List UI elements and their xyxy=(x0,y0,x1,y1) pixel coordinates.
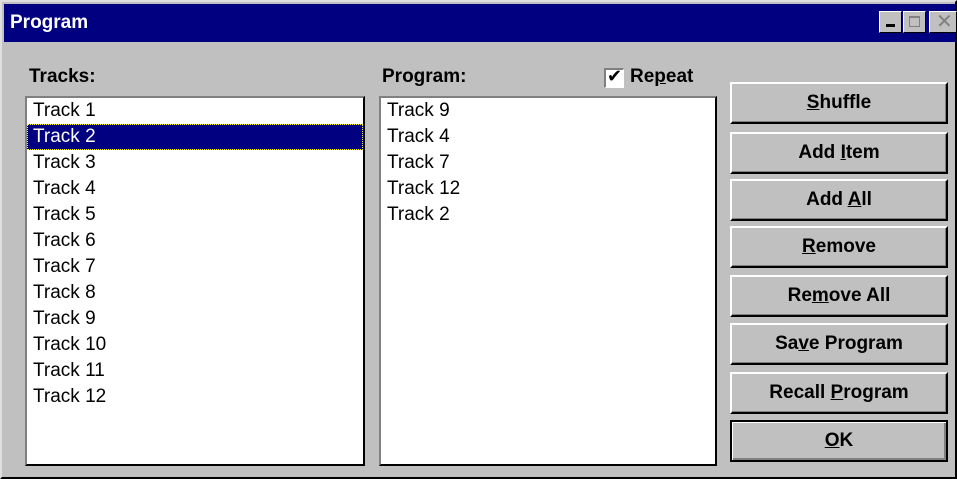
shuffle-accel: S xyxy=(806,92,820,113)
tracks-list-item[interactable]: Track 5 xyxy=(27,202,363,228)
add-all-post: ll xyxy=(861,189,872,210)
minimize-button[interactable] xyxy=(879,11,902,33)
program-list-item[interactable]: Track 9 xyxy=(381,98,715,124)
tracks-list-item[interactable]: Track 3 xyxy=(27,150,363,176)
remove-all-post: ove All xyxy=(828,285,891,306)
tracks-list-item[interactable]: Track 2 xyxy=(27,124,363,150)
repeat-label-pre: Re xyxy=(630,66,655,87)
save-program-accel: v xyxy=(798,333,809,354)
tracks-list-item[interactable]: Track 8 xyxy=(27,280,363,306)
recall-program-button[interactable]: Recall Program xyxy=(730,372,948,414)
save-program-button[interactable]: Save Program xyxy=(730,323,948,365)
add-all-accel: A xyxy=(847,189,862,210)
remove-all-pre: Re xyxy=(787,285,812,306)
tracks-list-item[interactable]: Track 9 xyxy=(27,306,363,332)
add-item-button[interactable]: Add Item xyxy=(730,132,948,174)
remove-accel: R xyxy=(802,236,816,257)
tracks-list-item[interactable]: Track 10 xyxy=(27,332,363,358)
tracks-list-item[interactable]: Track 11 xyxy=(27,358,363,384)
program-dialog: Program ✕ Tracks: Track 1 Track 2 Track 3T… xyxy=(0,0,957,479)
remove-post: emove xyxy=(815,236,876,257)
save-program-pre: Sa xyxy=(775,333,799,354)
tracks-listbox[interactable]: Track 1 Track 2 Track 3 Track 4 Track 5 Track… xyxy=(25,96,365,466)
tracks-list-item[interactable]: Track 4 xyxy=(27,176,363,202)
minimize-icon xyxy=(886,24,895,27)
tracks-list-item[interactable]: Track 1 xyxy=(27,98,363,124)
add-item-pre: Add xyxy=(798,142,841,163)
remove-all-button[interactable]: Remove All xyxy=(730,275,948,317)
recall-program-pre: Recall xyxy=(769,382,831,403)
ok-button[interactable]: OK xyxy=(730,420,948,462)
program-list-item[interactable]: Track 7 xyxy=(381,150,715,176)
window-title: Program xyxy=(10,12,89,33)
shuffle-button[interactable]: Shuffle xyxy=(730,82,948,124)
tracks-label: Tracks: xyxy=(29,66,96,87)
program-list-item[interactable]: Track 2 xyxy=(381,202,715,228)
recall-program-accel: P xyxy=(830,382,844,403)
program-list-item[interactable]: Track 4 xyxy=(381,124,715,150)
tracks-list-item[interactable]: Track 12 xyxy=(27,384,363,410)
recall-program-post: rogram xyxy=(843,382,909,403)
maximize-button[interactable] xyxy=(903,11,926,33)
title-bar[interactable]: Program ✕ xyxy=(4,4,957,42)
add-item-post: tem xyxy=(845,142,880,163)
repeat-label[interactable]: Repeat xyxy=(630,66,693,88)
repeat-label-post: eat xyxy=(665,66,694,87)
program-list-item[interactable]: Track 12 xyxy=(381,176,715,202)
close-icon: ✕ xyxy=(936,9,953,33)
remove-button[interactable]: Remove xyxy=(730,226,948,268)
ok-post: K xyxy=(839,430,854,451)
save-program-post: e Program xyxy=(808,333,903,354)
tracks-list-item[interactable]: Track 6 xyxy=(27,228,363,254)
tracks-list-item[interactable]: Track 7 xyxy=(27,254,363,280)
shuffle-post: huffle xyxy=(819,92,872,113)
maximize-icon xyxy=(909,16,920,27)
program-listbox[interactable]: Track 9 Track 4 Track 7 Track 12 Track 2 xyxy=(379,96,717,466)
repeat-label-accel: p xyxy=(654,66,666,87)
remove-all-accel: m xyxy=(811,285,829,306)
add-all-pre: Add xyxy=(806,189,848,210)
checkmark-icon: ✔ xyxy=(607,66,623,87)
program-label: Program: xyxy=(382,66,467,87)
ok-accel: O xyxy=(824,430,840,451)
close-button[interactable]: ✕ xyxy=(929,11,957,33)
add-all-button[interactable]: Add All xyxy=(730,179,948,221)
repeat-checkbox[interactable]: ✔ xyxy=(604,66,624,88)
